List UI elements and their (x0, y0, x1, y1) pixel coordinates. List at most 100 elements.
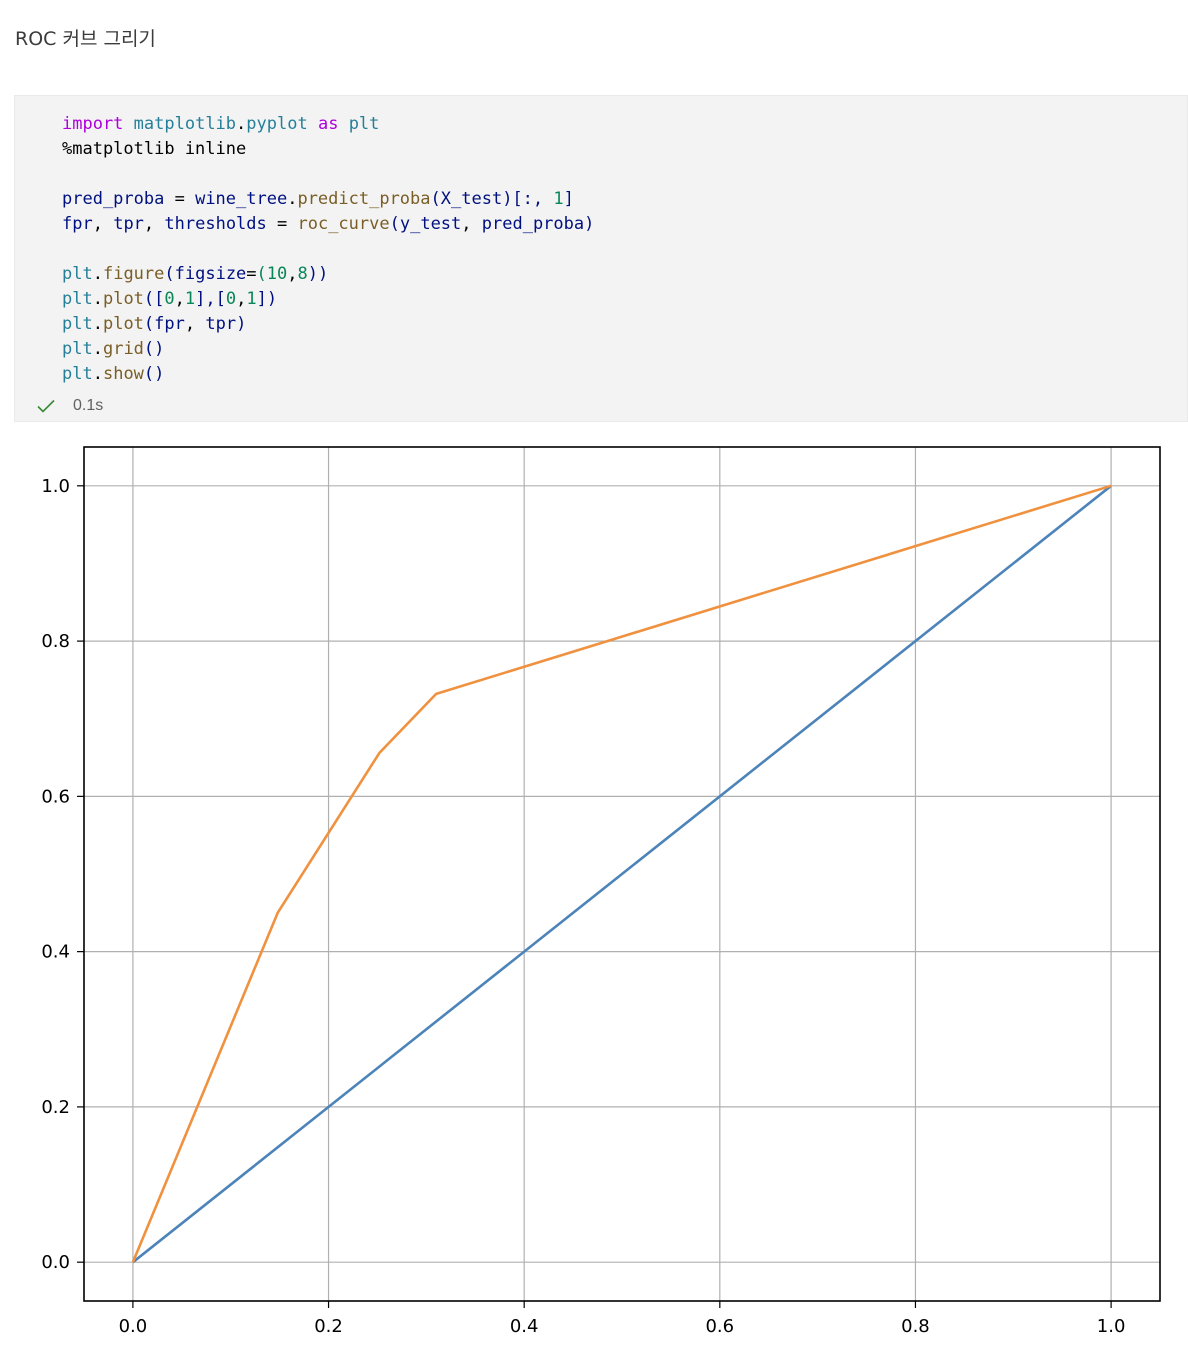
code-line: %matplotlib inline (62, 137, 594, 162)
y-tick-label: 0.2 (41, 1097, 70, 1118)
code-token: , (143, 214, 165, 234)
code-token: ( (164, 264, 175, 284)
code-token: show (102, 364, 144, 384)
code-token: ) (584, 214, 595, 234)
y-tick-label: 0.8 (41, 631, 70, 652)
code-line: plt.grid() (62, 337, 594, 362)
code-token: , (236, 289, 247, 309)
code-editor[interactable]: import matplotlib.pyplot as plt %matplotl… (62, 112, 594, 387)
code-token: = (266, 214, 298, 234)
y-tick-label: 0.0 (41, 1252, 70, 1273)
code-line: import matplotlib.pyplot as plt (62, 112, 594, 137)
code-token: tpr (205, 314, 237, 334)
code-token: ( (256, 264, 267, 284)
code-token: import (62, 114, 124, 134)
code-token: tpr (113, 214, 144, 234)
y-tick-label: 0.4 (41, 942, 70, 963)
code-token: ) (236, 314, 247, 334)
code-token: %matplotlib inline (62, 139, 247, 159)
code-token: pyplot (246, 114, 308, 134)
code-token: as (317, 114, 339, 134)
code-token: () (143, 339, 165, 359)
y-tick-label: 1.0 (41, 476, 70, 497)
code-token: plot (102, 314, 144, 334)
code-token: . (287, 189, 298, 209)
code-token: , (287, 264, 298, 284)
check-icon (37, 399, 55, 413)
series-lines (131, 484, 1112, 1264)
code-token: 8 (297, 264, 308, 284)
code-token: 0 (225, 289, 237, 309)
code-token: roc_curve (297, 214, 390, 234)
code-token: wine_tree (195, 189, 288, 209)
code-token: ],[ (195, 289, 226, 309)
code-token: pred_proba (481, 214, 585, 234)
code-token: 0 (164, 289, 175, 309)
code-token: plot (102, 289, 144, 309)
code-token: ([ (143, 289, 165, 309)
code-token: ]) (256, 289, 278, 309)
x-tick-label: 0.4 (510, 1316, 539, 1337)
code-cell[interactable]: import matplotlib.pyplot as plt %matplotl… (14, 95, 1188, 422)
code-line: pred_proba = wine_tree.predict_proba(X_t… (62, 187, 594, 212)
code-token: , (174, 289, 185, 309)
code-token: . (92, 314, 103, 334)
code-token: () (143, 364, 165, 384)
code-token: figsize (174, 264, 247, 284)
code-token: ( (430, 189, 441, 209)
cell-status: 0.1s (37, 395, 103, 417)
code-line: fpr, tpr, thresholds = roc_curve(y_test,… (62, 212, 594, 237)
code-token: 1 (246, 289, 257, 309)
code-token: thresholds (164, 214, 267, 234)
code-line: plt.plot([0,1],[0,1]) (62, 287, 594, 312)
code-token: plt (62, 264, 93, 284)
code-line: plt.plot(fpr, tpr) (62, 312, 594, 337)
code-token: X_test (440, 189, 503, 209)
code-token: ( (143, 314, 155, 334)
code-token: . (92, 264, 103, 284)
code-token: ( (389, 214, 400, 234)
code-token: . (92, 339, 103, 359)
code-token: pred_proba (62, 189, 165, 209)
code-token: . (92, 364, 103, 384)
code-token: fpr (154, 314, 185, 334)
code-token: predict_proba (297, 189, 431, 209)
y-tick-label: 0.6 (41, 786, 70, 807)
code-token: grid (102, 339, 144, 359)
code-token: figure (102, 264, 165, 284)
x-tick-label: 0.8 (901, 1316, 930, 1337)
code-token: , (184, 314, 206, 334)
code-line: plt.show() (62, 362, 594, 387)
code-token: 1 (184, 289, 196, 309)
code-token: = (246, 264, 257, 284)
code-token: ] (563, 189, 574, 209)
code-token: , (461, 214, 482, 234)
x-tick-label: 0.6 (705, 1316, 734, 1337)
code-token: y_test (399, 214, 462, 234)
roc-chart: 0.0 0.2 0.4 0.6 0.8 1.0 0.0 0.2 0.4 0.6 0.8 1.0 (41, 446, 1161, 1337)
code-token: 10 (266, 264, 288, 284)
code-token: 1 (553, 189, 564, 209)
code-token: plt (62, 314, 93, 334)
cell-output: 0.0 0.2 0.4 0.6 0.8 1.0 0.0 0.2 0.4 0.6 0.8 1.0 (0, 430, 1188, 1372)
code-token: )) (307, 264, 329, 284)
code-token: , (92, 214, 114, 234)
markdown-heading: ROC 커브 그리기 (15, 28, 156, 50)
series-line (132, 484, 1112, 1264)
code-token: . (92, 289, 103, 309)
code-token: plt (348, 114, 380, 134)
code-token: fpr (62, 214, 93, 234)
code-token: plt (62, 289, 93, 309)
code-line: plt.figure(figsize=(10,8)) (62, 262, 594, 287)
x-tick-label: 0.2 (314, 1316, 343, 1337)
code-token: = (164, 189, 196, 209)
x-tick-label: 0.0 (119, 1316, 148, 1337)
code-token: plt (62, 339, 93, 359)
execution-time: 0.1s (73, 397, 104, 414)
code-token: plt (62, 364, 93, 384)
